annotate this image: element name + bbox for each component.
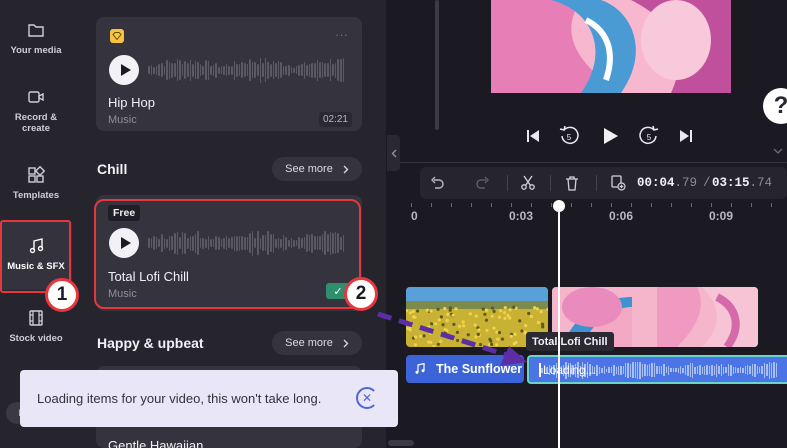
timeline-scrollbar[interactable] <box>388 440 414 446</box>
step-badge-2: 2 <box>344 277 378 311</box>
loading-toast: Loading items for your video, this won't… <box>20 370 398 427</box>
step-badge-1: 1 <box>45 278 79 312</box>
close-icon: ✕ <box>361 391 373 405</box>
toast-message: Loading items for your video, this won't… <box>37 391 322 406</box>
toast-cancel-button[interactable]: ✕ <box>356 387 378 409</box>
